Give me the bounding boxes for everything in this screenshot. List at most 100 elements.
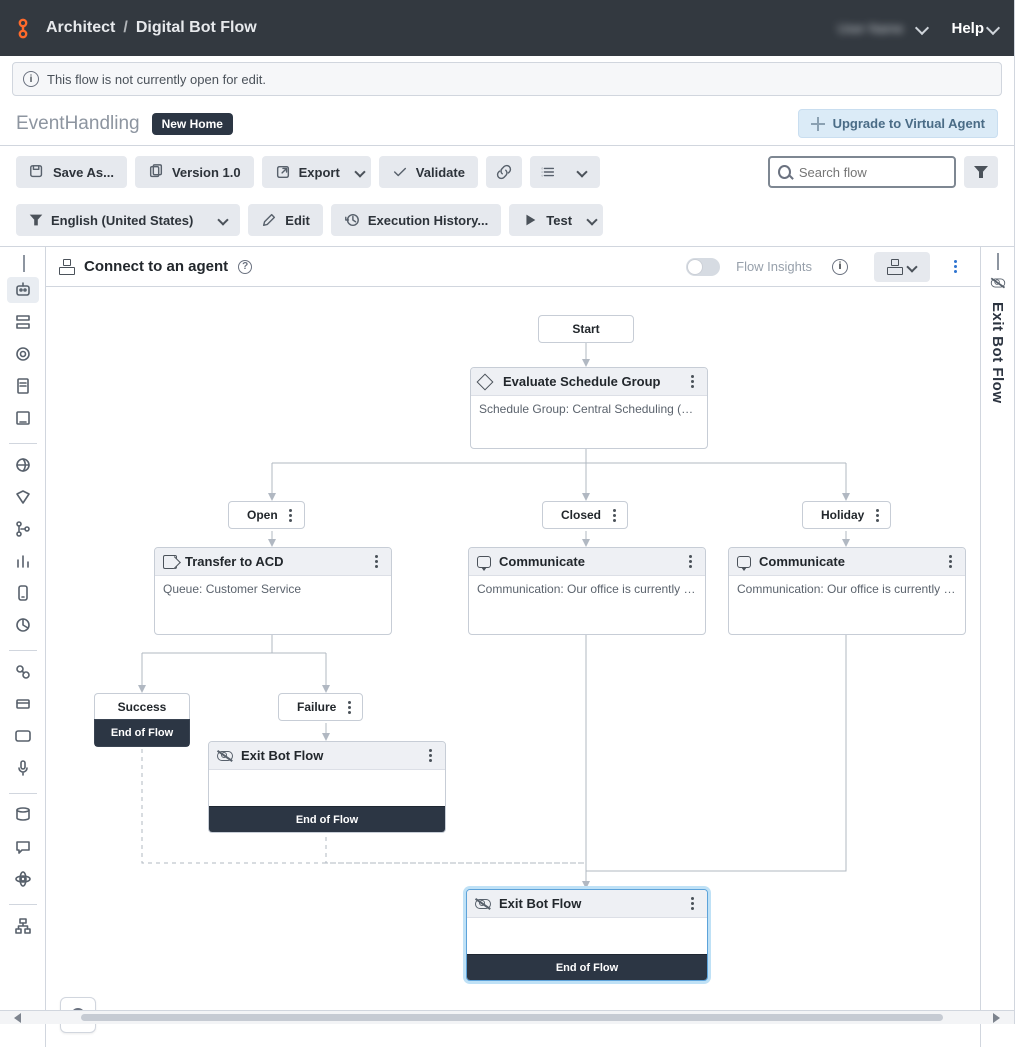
version-button[interactable]: Version 1.0 <box>135 156 254 188</box>
node-menu[interactable] <box>685 897 699 910</box>
node-title: Communicate <box>759 554 845 569</box>
language-group: English (United States) <box>16 204 240 236</box>
breadcrumb-architect[interactable]: Architect <box>46 19 115 37</box>
node-evaluate-schedule[interactable]: Evaluate Schedule Group Schedule Group: … <box>470 367 708 449</box>
rail-item-knowledge[interactable] <box>7 341 39 367</box>
user-menu[interactable]: User Name <box>838 21 928 36</box>
list-button[interactable] <box>530 156 566 188</box>
node-menu[interactable] <box>943 555 957 568</box>
pill-menu[interactable] <box>342 701 356 714</box>
chevron-down-icon <box>354 166 365 177</box>
execution-history-button[interactable]: Execution History... <box>331 204 501 236</box>
history-icon <box>344 212 360 228</box>
upgrade-virtual-agent-button[interactable]: Upgrade to Virtual Agent <box>798 109 998 138</box>
filter-icon <box>30 215 43 226</box>
node-exit-bot-flow-2[interactable]: Exit Bot Flow End of Flow <box>466 889 708 981</box>
rail-item-loop[interactable] <box>7 659 39 685</box>
search-icon <box>778 165 791 179</box>
more-menu[interactable] <box>948 260 966 273</box>
scrollbar-thumb[interactable] <box>81 1014 943 1021</box>
rail-item-phone[interactable] <box>7 580 39 606</box>
validate-button[interactable]: Validate <box>379 156 478 188</box>
rail-item-diamond[interactable] <box>7 484 39 510</box>
node-communicate-closed[interactable]: Communicate Communication: Our office is… <box>468 547 706 635</box>
pill-menu[interactable] <box>870 509 884 522</box>
decision-icon <box>477 373 494 390</box>
chevron-down-icon <box>986 21 1000 35</box>
node-menu[interactable] <box>683 555 697 568</box>
save-as-button[interactable]: Save As... <box>16 156 127 188</box>
test-label: Test <box>546 213 572 228</box>
branch-closed[interactable]: Closed <box>542 501 628 529</box>
breadcrumb-flowtype: Digital Bot Flow <box>136 19 257 37</box>
node-menu[interactable] <box>423 749 437 762</box>
rail-item-chat[interactable] <box>7 834 39 860</box>
export-button[interactable]: Export <box>262 156 371 188</box>
list-more-button[interactable] <box>566 156 600 188</box>
node-transfer-acd[interactable]: Transfer to ACD Queue: Customer Service <box>154 547 392 635</box>
list-view-group <box>530 156 600 188</box>
tree-icon <box>888 261 902 273</box>
filter-button[interactable] <box>964 156 998 188</box>
rail-item-atom[interactable] <box>7 866 39 892</box>
node-menu[interactable] <box>685 375 699 388</box>
rail-collapse-button[interactable] <box>23 255 41 273</box>
outcome-failure[interactable]: Failure <box>278 693 363 721</box>
end-of-flow-badge: End of Flow <box>209 806 445 832</box>
filter-icon <box>974 166 988 178</box>
chevron-right-icon <box>23 255 25 272</box>
node-start[interactable]: Start <box>538 315 634 343</box>
right-rail-label[interactable]: Exit Bot Flow <box>989 302 1006 404</box>
svg-text:A: A <box>20 732 26 741</box>
rail-item-analytics[interactable] <box>7 548 39 574</box>
rail-item-mic[interactable] <box>7 755 39 781</box>
node-menu[interactable] <box>369 555 383 568</box>
exit-icon <box>217 751 233 761</box>
history-label: Execution History... <box>368 213 488 228</box>
scroll-left-icon[interactable] <box>14 1013 21 1023</box>
horizontal-scrollbar[interactable] <box>0 1010 1014 1024</box>
node-body: Queue: Customer Service <box>155 576 391 602</box>
layout-dropdown[interactable] <box>874 252 930 282</box>
search-input[interactable] <box>797 164 946 181</box>
language-more-button[interactable] <box>206 204 240 236</box>
version-label: Version 1.0 <box>172 165 241 180</box>
flow-canvas[interactable]: Start Evaluate Schedule Group Schedule G… <box>46 287 980 1047</box>
link-button[interactable] <box>486 156 522 188</box>
pill-label: Holiday <box>821 508 864 522</box>
start-label: Start <box>572 322 599 336</box>
rail-item-doc[interactable] <box>7 373 39 399</box>
rail-item-globe[interactable] <box>7 452 39 478</box>
canvas-title: Connect to an agent <box>84 258 228 275</box>
rail-item-ab[interactable]: A <box>7 723 39 749</box>
branch-holiday[interactable]: Holiday <box>802 501 891 529</box>
help-icon[interactable]: ? <box>238 260 252 274</box>
rail-item-card[interactable] <box>7 691 39 717</box>
rail-item-bot[interactable] <box>7 277 39 303</box>
rail-expand-button[interactable] <box>997 253 999 268</box>
rail-item-notes[interactable] <box>7 405 39 431</box>
node-title: Evaluate Schedule Group <box>503 374 661 389</box>
info-icon[interactable]: i <box>832 259 848 275</box>
rail-item-tree[interactable] <box>7 913 39 939</box>
branch-open[interactable]: Open <box>228 501 305 529</box>
help-menu[interactable]: Help <box>951 20 998 37</box>
test-button[interactable]: Test <box>509 204 603 236</box>
node-exit-bot-flow-1[interactable]: Exit Bot Flow End of Flow <box>208 741 446 833</box>
outcome-success[interactable]: Success <box>94 693 190 719</box>
scroll-right-icon[interactable] <box>993 1013 1000 1023</box>
rail-item-branch[interactable] <box>7 516 39 542</box>
edit-button[interactable]: Edit <box>248 204 323 236</box>
language-button[interactable]: English (United States) <box>16 204 206 236</box>
search-flow[interactable] <box>768 156 956 188</box>
rail-item-db[interactable] <box>7 802 39 828</box>
node-title: Communicate <box>499 554 585 569</box>
flow-insights-toggle[interactable] <box>686 258 720 276</box>
pill-menu[interactable] <box>607 509 621 522</box>
rail-item-task[interactable] <box>7 309 39 335</box>
pill-menu[interactable] <box>284 509 298 522</box>
node-communicate-holiday[interactable]: Communicate Communication: Our office is… <box>728 547 966 635</box>
new-home-badge: New Home <box>152 113 233 135</box>
edit-label: Edit <box>285 213 310 228</box>
rail-item-pie[interactable] <box>7 612 39 638</box>
